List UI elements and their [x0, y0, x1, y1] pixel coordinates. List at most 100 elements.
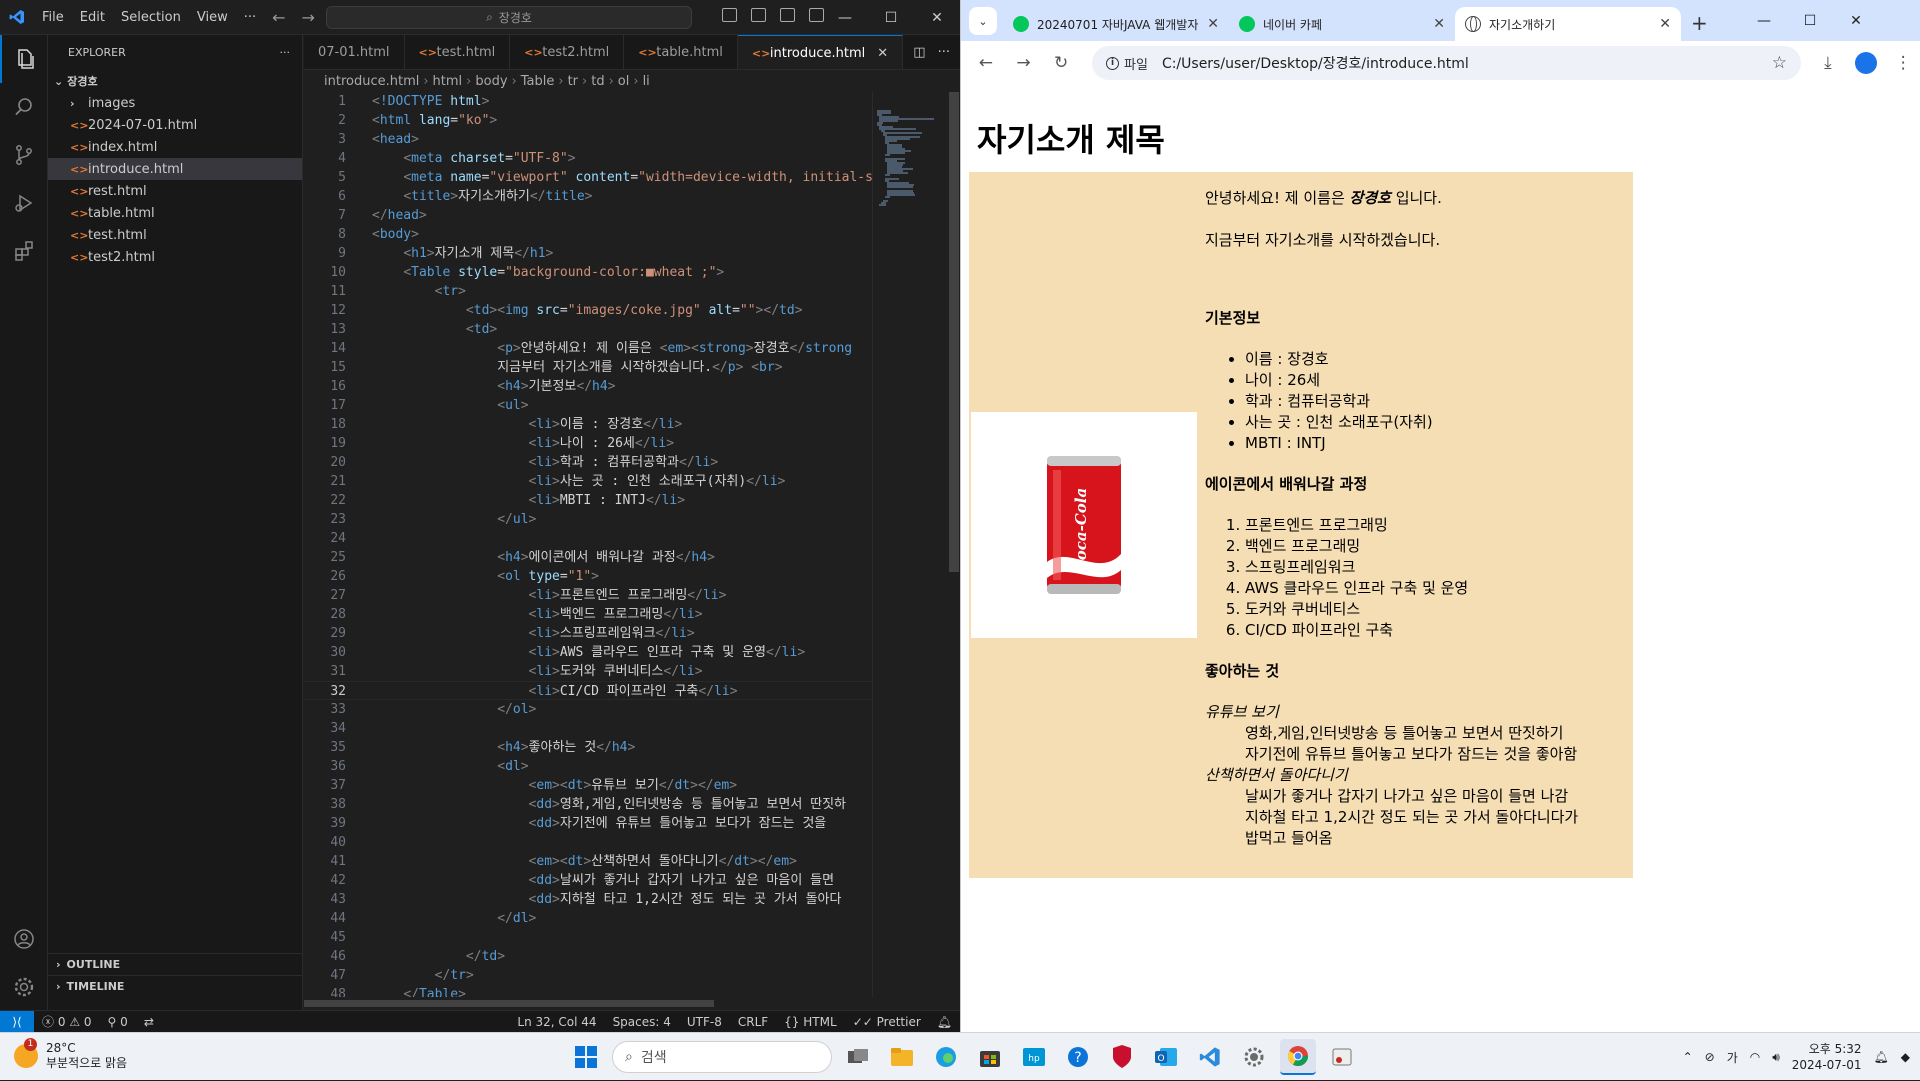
outline-section[interactable]: › OUTLINE: [48, 953, 303, 975]
more-actions-icon[interactable]: ···: [280, 46, 291, 59]
breadcrumb-item[interactable]: introduce.html: [324, 74, 419, 89]
timeline-section[interactable]: › TIMELINE: [48, 975, 303, 997]
code-editor[interactable]: 1 <!DOCTYPE html> 2 <html lang="ko"> 3 <head>…: [304, 92, 872, 997]
editor-tab[interactable]: <> test.html: [405, 35, 511, 69]
search-activity-icon[interactable]: [0, 83, 48, 131]
indentation[interactable]: Spaces: 4: [605, 1015, 679, 1029]
file-item[interactable]: <> test.html: [48, 224, 302, 246]
run-debug-icon[interactable]: [0, 179, 48, 227]
browser-tab[interactable]: 네이버 카페 ✕: [1229, 7, 1455, 41]
back-arrow-icon[interactable]: ←: [969, 46, 1003, 80]
copilot-icon[interactable]: ◆: [1901, 1050, 1910, 1064]
tab-search-chevron-icon[interactable]: ⌄: [969, 7, 997, 35]
horizontal-scrollbar[interactable]: [304, 998, 872, 1008]
breadcrumb-item[interactable]: ol: [618, 74, 630, 89]
accounts-icon[interactable]: [0, 915, 48, 963]
taskbar-search[interactable]: ⌕ 검색: [612, 1041, 832, 1073]
chrome-maximize-button[interactable]: ☐: [1787, 0, 1833, 41]
prettier-status[interactable]: ✓✓ Prettier: [845, 1015, 929, 1029]
vscode-taskbar-icon[interactable]: [1192, 1039, 1228, 1075]
breadcrumb-item[interactable]: tr: [568, 74, 578, 89]
more-actions-icon[interactable]: ···: [938, 45, 950, 60]
chrome-minimize-button[interactable]: —: [1741, 0, 1787, 41]
forward-arrow-icon[interactable]: →: [1007, 46, 1041, 80]
source-control-icon[interactable]: [0, 131, 48, 179]
editor-tab[interactable]: <> table.html: [624, 35, 738, 69]
close-tab-icon[interactable]: ✕: [1433, 16, 1445, 32]
minimap[interactable]: [872, 92, 946, 997]
address-bar[interactable]: i 파일 C:/Users/user/Desktop/장경호/introduce…: [1092, 46, 1802, 80]
manage-gear-icon[interactable]: [0, 963, 48, 1011]
split-editor-icon[interactable]: ◫: [913, 45, 925, 60]
file-item[interactable]: <> table.html: [48, 202, 302, 224]
notifications-bell-icon[interactable]: 🔔︎: [929, 1015, 960, 1029]
site-info-chip[interactable]: i 파일: [1100, 54, 1154, 73]
file-item[interactable]: <> test2.html: [48, 246, 302, 268]
forward-arrow-icon[interactable]: →: [294, 8, 323, 27]
close-tab-icon[interactable]: ✕: [877, 46, 888, 61]
extensions-icon[interactable]: [0, 227, 48, 275]
microsoft-store-icon[interactable]: [972, 1039, 1008, 1075]
weather-widget[interactable]: 1 28°C 부분적으로 맑음: [14, 1038, 127, 1071]
menu-edit[interactable]: Edit: [72, 0, 113, 35]
back-arrow-icon[interactable]: ←: [264, 8, 293, 27]
file-explorer-icon[interactable]: [884, 1039, 920, 1075]
encoding[interactable]: UTF-8: [679, 1015, 730, 1029]
editor-tab[interactable]: 07-01.html: [304, 35, 405, 69]
close-tab-icon[interactable]: ✕: [1207, 16, 1219, 32]
toggle-panel-icon[interactable]: [751, 8, 766, 22]
notifications-bell-icon[interactable]: 🔔︎: [1874, 1050, 1889, 1064]
toggle-secondary-sidebar-icon[interactable]: [780, 8, 795, 22]
file-item[interactable]: <> index.html: [48, 136, 302, 158]
edge-browser-icon[interactable]: [928, 1039, 964, 1075]
ime-indicator[interactable]: 가: [1727, 1049, 1738, 1066]
profile-avatar[interactable]: [1849, 46, 1883, 80]
file-item[interactable]: <> rest.html: [48, 180, 302, 202]
breadcrumb-item[interactable]: td: [591, 74, 604, 89]
chrome-menu-kebab-icon[interactable]: ⋮: [1886, 46, 1920, 80]
menu-more[interactable]: ···: [236, 0, 264, 35]
volume-icon[interactable]: 🔊︎: [1772, 1050, 1780, 1065]
network-off-icon[interactable]: ⊘: [1705, 1050, 1715, 1064]
chrome-taskbar-icon[interactable]: [1280, 1039, 1316, 1075]
toggle-primary-sidebar-icon[interactable]: [722, 8, 737, 22]
windows-start-icon[interactable]: [568, 1039, 604, 1075]
hp-app-icon[interactable]: hp: [1016, 1039, 1052, 1075]
minimize-button[interactable]: —: [822, 0, 868, 35]
maximize-button[interactable]: ☐: [868, 0, 914, 35]
new-tab-plus-icon[interactable]: +: [1681, 11, 1718, 41]
ports-indicator[interactable]: ⚲ 0: [100, 1015, 136, 1029]
problems-indicator[interactable]: ⓧ 0 ⚠ 0: [34, 1013, 100, 1030]
workspace-folder[interactable]: ⌄ 장경호: [48, 70, 302, 92]
download-icon[interactable]: ⤓: [1811, 46, 1845, 80]
breadcrumb-item[interactable]: html: [433, 74, 463, 89]
chrome-close-button[interactable]: ✕: [1833, 0, 1879, 41]
task-view-icon[interactable]: [840, 1039, 876, 1075]
menu-file[interactable]: File: [34, 0, 72, 35]
chevron-up-icon[interactable]: ⌃: [1683, 1050, 1693, 1064]
browser-tab[interactable]: 20240701 자바JAVA 웹개발자 ✕: [1003, 7, 1229, 41]
file-item[interactable]: <> 2024-07-01.html: [48, 114, 302, 136]
browser-tab[interactable]: 자기소개하기 ✕: [1455, 7, 1681, 41]
file-item[interactable]: <> introduce.html: [48, 158, 302, 180]
vertical-scrollbar[interactable]: [946, 92, 960, 997]
settings-gear-icon[interactable]: [1236, 1039, 1272, 1075]
bookmark-star-icon[interactable]: ☆: [1772, 53, 1787, 73]
close-button[interactable]: ✕: [914, 0, 960, 35]
breadcrumb-item[interactable]: Table: [521, 74, 555, 89]
clock[interactable]: 오후 5:32 2024-07-01: [1792, 1041, 1862, 1073]
folder-item[interactable]: › images: [48, 92, 302, 114]
remote-indicator-icon[interactable]: ⟩⟨: [0, 1010, 34, 1033]
editor-tab[interactable]: <> test2.html: [510, 35, 625, 69]
language-mode[interactable]: {} HTML: [776, 1015, 845, 1029]
explorer-icon[interactable]: [0, 35, 48, 83]
command-center-search[interactable]: ⌕ 장경호: [326, 6, 692, 29]
menu-selection[interactable]: Selection: [113, 0, 189, 35]
menu-view[interactable]: View: [189, 0, 236, 35]
cursor-position[interactable]: Ln 32, Col 44: [509, 1015, 604, 1029]
breadcrumb-item[interactable]: li: [643, 74, 650, 89]
breadcrumb-item[interactable]: body: [475, 74, 507, 89]
editor-tab[interactable]: <> introduce.html ✕: [737, 35, 904, 69]
reload-icon[interactable]: ↻: [1044, 46, 1078, 80]
snipping-tool-icon[interactable]: [1324, 1039, 1360, 1075]
